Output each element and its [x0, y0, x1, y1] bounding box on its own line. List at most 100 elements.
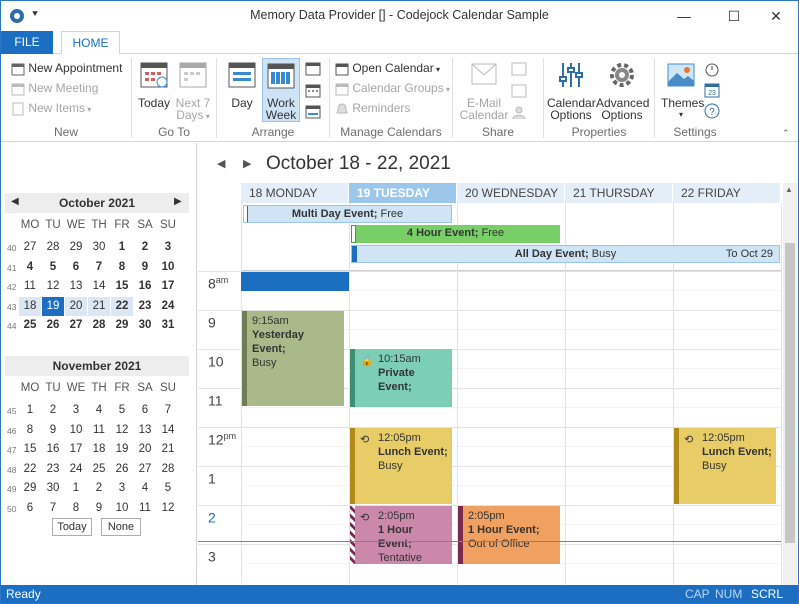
- calendar-day[interactable]: 27: [19, 238, 41, 257]
- share-calendar-icon[interactable]: [511, 61, 527, 77]
- calendar-day[interactable]: 8: [65, 499, 87, 518]
- calendar-options-button[interactable]: Calendar Options: [547, 60, 596, 122]
- calendar-day[interactable]: 14: [88, 277, 110, 296]
- calendar-event[interactable]: 9:15am Yesterday Event; Busy: [242, 311, 344, 406]
- calendar-day[interactable]: 24: [157, 297, 179, 316]
- calendar-day[interactable]: 21: [157, 440, 179, 459]
- calendar-day[interactable]: 5: [42, 258, 64, 277]
- none-nav-button[interactable]: None: [101, 518, 141, 536]
- calendar-day[interactable]: 18: [88, 440, 110, 459]
- prev-week-arrow-icon[interactable]: ◀: [217, 157, 225, 170]
- reminders-button[interactable]: Reminders: [335, 99, 410, 117]
- prev-month-icon[interactable]: ◀: [11, 196, 19, 207]
- calendar-day[interactable]: 10: [65, 421, 87, 440]
- calendar-day[interactable]: 28: [88, 316, 110, 335]
- calendar-day[interactable]: 31: [157, 316, 179, 335]
- all-day-event-multi-day[interactable]: Multi Day Event; Free: [243, 205, 452, 223]
- publish-icon[interactable]: [511, 83, 527, 99]
- calendar-day[interactable]: 13: [65, 277, 87, 296]
- day-header[interactable]: 19 TUESDAY: [349, 183, 457, 203]
- calendar-day[interactable]: 5: [157, 479, 179, 498]
- calendar-day[interactable]: 12: [111, 421, 133, 440]
- calendar-event[interactable]: ⟲ 12:05pm Lunch Event; Busy: [674, 428, 776, 504]
- all-day-event-4-hour[interactable]: 4 Hour Event; Free: [351, 225, 560, 243]
- calendar-day[interactable]: 15: [111, 277, 133, 296]
- calendar-day[interactable]: 14: [157, 421, 179, 440]
- new-items-button[interactable]: New Items ▾: [11, 99, 91, 117]
- collapse-ribbon-icon[interactable]: ⌃: [782, 128, 790, 139]
- calendar-day[interactable]: 20: [65, 296, 87, 316]
- calendar-day[interactable]: 10: [157, 258, 179, 277]
- help-icon[interactable]: ?: [704, 103, 720, 119]
- calendar-day[interactable]: 26: [42, 316, 64, 335]
- calendar-day[interactable]: 6: [19, 499, 41, 518]
- calendar-day[interactable]: 27: [134, 460, 156, 479]
- calendar-day[interactable]: 15: [19, 440, 41, 459]
- month-view-icon[interactable]: [305, 83, 321, 99]
- new-meeting-button[interactable]: New Meeting: [11, 79, 98, 97]
- calendar-day[interactable]: 6: [134, 401, 156, 420]
- week-view-icon[interactable]: [305, 61, 321, 77]
- calendar-event[interactable]: ⟲ 12:05pm Lunch Event; Busy: [350, 428, 452, 504]
- calendar-day[interactable]: 25: [88, 460, 110, 479]
- calendar-day[interactable]: 1: [111, 238, 133, 257]
- timeline-view-icon[interactable]: [305, 104, 321, 120]
- maximize-button[interactable]: ☐: [711, 1, 757, 31]
- minimize-button[interactable]: —: [661, 1, 707, 31]
- calendar-day[interactable]: 28: [42, 238, 64, 257]
- calendar-day[interactable]: 11: [88, 421, 110, 440]
- calendar-day[interactable]: 17: [157, 277, 179, 296]
- calendar-day[interactable]: 9: [88, 499, 110, 518]
- calendar-groups-button[interactable]: Calendar Groups ▾: [335, 79, 450, 97]
- calendar-day[interactable]: 10: [111, 499, 133, 518]
- calendar-day[interactable]: 11: [134, 499, 156, 518]
- calendar-day[interactable]: 29: [65, 238, 87, 257]
- calendar-day[interactable]: 18: [19, 296, 41, 316]
- calendar-day[interactable]: 30: [88, 238, 110, 257]
- calendar-day[interactable]: 4: [134, 479, 156, 498]
- calendar-day[interactable]: 2: [134, 238, 156, 257]
- calendar-event[interactable]: ⟲ 2:05pm 1 Hour Event; Tentative: [350, 506, 452, 564]
- calendar-day[interactable]: 11: [19, 277, 41, 296]
- calendar-day[interactable]: 12: [42, 277, 64, 296]
- calendar-day[interactable]: 3: [111, 479, 133, 498]
- calendar-day[interactable]: 9: [134, 258, 156, 277]
- today-nav-button[interactable]: Today: [52, 518, 92, 536]
- calendar-day[interactable]: 17: [65, 440, 87, 459]
- calendar-day[interactable]: 7: [157, 401, 179, 420]
- calendar-day[interactable]: 25: [19, 316, 41, 335]
- advanced-options-button[interactable]: Advanced Options: [596, 60, 649, 122]
- calendar-day[interactable]: 1: [65, 479, 87, 498]
- calendar-day[interactable]: 19: [42, 296, 64, 316]
- calendar-day[interactable]: 30: [42, 479, 64, 498]
- calendar-day[interactable]: 16: [42, 440, 64, 459]
- scroll-up-icon[interactable]: ▲: [785, 185, 793, 194]
- calendar-day[interactable]: 21: [88, 296, 110, 316]
- calendar-day[interactable]: 27: [65, 316, 87, 335]
- day-header[interactable]: 20 WEDNESDAY: [457, 183, 565, 203]
- next-week-arrow-icon[interactable]: ▶: [243, 157, 251, 170]
- calendar-day[interactable]: 9: [42, 421, 64, 440]
- calendar-day[interactable]: 13: [134, 421, 156, 440]
- calendar-day[interactable]: 16: [134, 277, 156, 296]
- calendar-day[interactable]: 28: [157, 460, 179, 479]
- permissions-icon[interactable]: [511, 104, 527, 120]
- tab-file[interactable]: FILE: [1, 31, 53, 54]
- calendar-day[interactable]: 29: [111, 316, 133, 335]
- calendar-day[interactable]: 4: [88, 401, 110, 420]
- next-7-days-button[interactable]: Next 7 Days ▾: [174, 60, 212, 124]
- calendar-day[interactable]: 6: [65, 258, 87, 277]
- calendar-23-icon[interactable]: 23: [704, 82, 720, 98]
- calendar-day[interactable]: 7: [88, 258, 110, 277]
- calendar-day[interactable]: 20: [134, 440, 156, 459]
- day-header[interactable]: 22 FRIDAY: [673, 183, 781, 203]
- day-view-button[interactable]: Day: [225, 60, 259, 109]
- email-calendar-button[interactable]: E-Mail Calendar: [457, 60, 511, 122]
- day-header[interactable]: 21 THURSDAY: [565, 183, 673, 203]
- calendar-day[interactable]: 24: [65, 460, 87, 479]
- work-week-button[interactable]: Work Week: [262, 58, 300, 122]
- calendar-event[interactable]: 🔒 10:15am Private Event;: [350, 349, 452, 407]
- calendar-day[interactable]: 2: [42, 401, 64, 420]
- calendar-day[interactable]: 8: [19, 421, 41, 440]
- day-header[interactable]: 18 MONDAY: [241, 183, 349, 203]
